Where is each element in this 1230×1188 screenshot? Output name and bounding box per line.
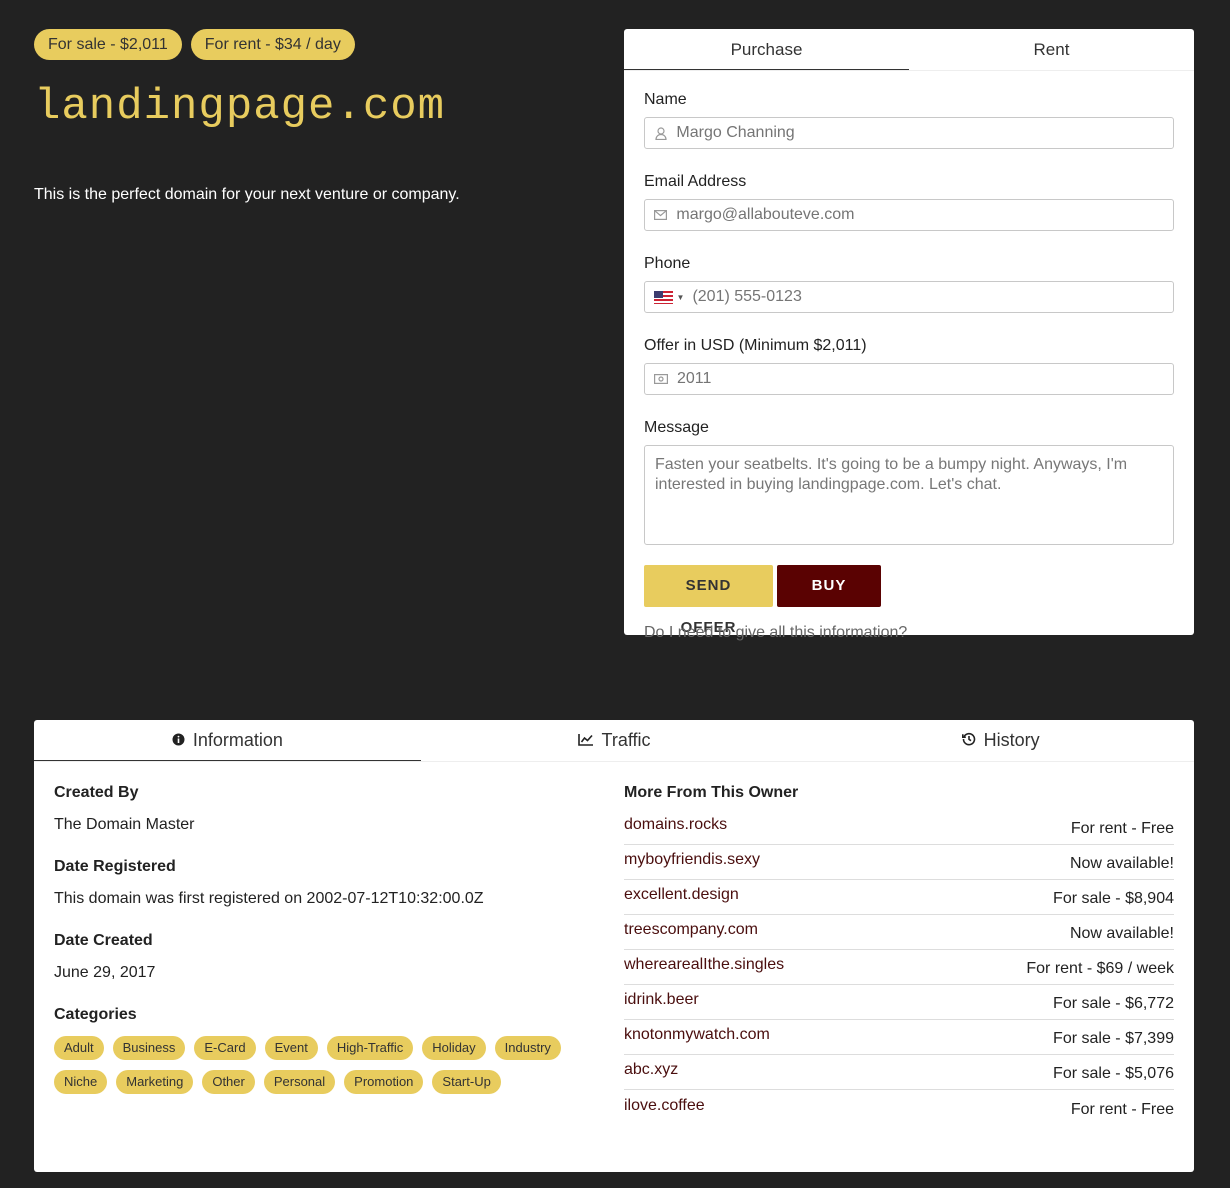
money-icon — [654, 372, 668, 386]
created-by-heading: Created By — [54, 784, 139, 801]
domain-title: landingpage.com — [34, 82, 446, 132]
tab-purchase[interactable]: Purchase — [624, 29, 909, 70]
list-item: myboyfriendis.sexy Now available! — [624, 845, 1174, 880]
tab-traffic[interactable]: Traffic — [421, 720, 808, 761]
category-tag[interactable]: High-Traffic — [326, 1036, 414, 1060]
tab-traffic-label: Traffic — [601, 730, 651, 750]
phone-input[interactable] — [692, 288, 1173, 306]
owner-domain-link[interactable]: treescompany.com — [624, 921, 758, 939]
owner-domain-link[interactable]: myboyfriendis.sexy — [624, 851, 760, 869]
owner-domain-status: For rent - Free — [1070, 1100, 1174, 1118]
tab-history-label: History — [983, 730, 1040, 750]
info-card: Information Traffic History Created By T… — [34, 720, 1194, 1172]
category-tag[interactable]: Personal — [263, 1070, 336, 1094]
category-tag[interactable]: E-Card — [194, 1036, 256, 1060]
user-icon — [654, 126, 667, 140]
owner-domain-status: Now available! — [1069, 925, 1174, 942]
send-offer-button[interactable]: SEND OFFER — [644, 565, 773, 636]
tab-information[interactable]: Information — [34, 720, 421, 761]
tagline: This is the perfect domain for your next… — [34, 186, 460, 203]
category-tag[interactable]: Niche — [54, 1070, 108, 1094]
category-tag[interactable]: Start-Up — [432, 1070, 501, 1094]
offer-form: Name Email Address Phone ▼ Offer in USD … — [624, 71, 1194, 642]
rent-price-badge: For rent - $34 / day — [190, 29, 355, 60]
owner-domain-link[interactable]: excellent.design — [624, 886, 739, 904]
message-textarea[interactable]: Fasten your seatbelts. It's going to be … — [644, 445, 1174, 545]
owner-domains: More From This Owner domains.rocks For r… — [624, 784, 1174, 1125]
owner-domain-status: For sale - $8,904 — [1053, 890, 1174, 907]
info-help-link[interactable]: Do I need to give all this information? — [644, 624, 1174, 642]
list-item: ilove.coffee For rent - Free — [624, 1090, 1174, 1125]
category-tag[interactable]: Adult — [54, 1036, 104, 1060]
buy-now-button[interactable]: BUY NOW — [777, 565, 881, 636]
created-heading: Date Created — [54, 932, 153, 949]
tab-history[interactable]: History — [807, 720, 1194, 761]
registered-value: This domain was first registered on 2002… — [54, 890, 484, 907]
owner-heading: More From This Owner — [624, 784, 799, 801]
line-chart-icon — [577, 720, 594, 761]
phone-field[interactable]: ▼ — [644, 281, 1174, 313]
category-tag[interactable]: Promotion — [344, 1070, 424, 1094]
owner-domain-link[interactable]: idrink.beer — [624, 991, 699, 1009]
offer-input[interactable] — [677, 370, 1173, 388]
offer-tabs: Purchase Rent — [624, 29, 1194, 71]
owner-domain-link[interactable]: knotonmywatch.com — [624, 1026, 770, 1044]
owner-domain-link[interactable]: abc.xyz — [624, 1061, 678, 1079]
phone-label: Phone — [644, 255, 691, 272]
info-tabs: Information Traffic History — [34, 720, 1194, 762]
list-item: domains.rocks For rent - Free — [624, 810, 1174, 845]
us-flag-icon[interactable] — [654, 290, 673, 304]
owner-domain-status: Now available! — [1069, 855, 1174, 872]
offer-field[interactable] — [644, 363, 1174, 395]
name-field[interactable] — [644, 117, 1174, 149]
category-tag[interactable]: Business — [112, 1036, 186, 1060]
owner-domain-link[interactable]: wherearealIthe.singles — [624, 956, 784, 974]
category-tag[interactable]: Other — [202, 1070, 255, 1094]
owner-domain-link[interactable]: domains.rocks — [624, 816, 727, 834]
owner-domain-status: For sale - $6,772 — [1053, 995, 1174, 1012]
offer-card: Purchase Rent Name Email Address Phone ▼… — [624, 29, 1194, 641]
category-tag[interactable]: Holiday — [422, 1036, 486, 1060]
history-icon — [961, 720, 976, 761]
created-value: June 29, 2017 — [54, 964, 156, 981]
tab-information-label: Information — [192, 729, 283, 750]
list-item: excellent.design For sale - $8,904 — [624, 880, 1174, 915]
form-buttons: SEND OFFER BUY NOW — [644, 565, 1174, 636]
envelope-icon — [654, 208, 668, 222]
email-label: Email Address — [644, 173, 747, 190]
sale-price-badge: For sale - $2,011 — [34, 29, 182, 60]
categories-list: Adult Business E-Card Event High-Traffic… — [54, 1036, 574, 1094]
owner-domain-status: For rent - $69 / week — [1026, 960, 1174, 977]
tab-rent[interactable]: Rent — [909, 29, 1194, 70]
categories-heading: Categories — [54, 1006, 137, 1023]
category-tag[interactable]: Event — [264, 1036, 318, 1060]
name-input[interactable] — [676, 124, 1173, 142]
list-item: knotonmywatch.com For sale - $7,399 — [624, 1020, 1174, 1055]
list-item: abc.xyz For sale - $5,076 — [624, 1055, 1174, 1090]
owner-domain-link[interactable]: ilove.coffee — [624, 1097, 705, 1115]
registered-heading: Date Registered — [54, 858, 176, 875]
created-by-value: The Domain Master — [54, 816, 195, 833]
info-circle-icon — [172, 720, 185, 761]
domain-info: Created By The Domain Master Date Regist… — [54, 784, 594, 1094]
email-field[interactable] — [644, 199, 1174, 231]
list-item: treescompany.com Now available! — [624, 915, 1174, 950]
list-item: idrink.beer For sale - $6,772 — [624, 985, 1174, 1020]
owner-domain-status: For sale - $7,399 — [1053, 1030, 1174, 1047]
list-item: wherearealIthe.singles For rent - $69 / … — [624, 950, 1174, 985]
category-tag[interactable]: Marketing — [116, 1070, 194, 1094]
caret-down-icon[interactable]: ▼ — [677, 293, 685, 302]
email-input[interactable] — [676, 206, 1173, 224]
message-label: Message — [644, 419, 709, 436]
owner-domain-status: For rent - Free — [1070, 820, 1174, 837]
name-label: Name — [644, 91, 687, 108]
price-badges: For sale - $2,011 For rent - $34 / day — [34, 29, 355, 60]
category-tag[interactable]: Industry — [494, 1036, 561, 1060]
offer-label: Offer in USD (Minimum $2,011) — [644, 337, 867, 354]
owner-domain-status: For sale - $5,076 — [1053, 1065, 1174, 1082]
